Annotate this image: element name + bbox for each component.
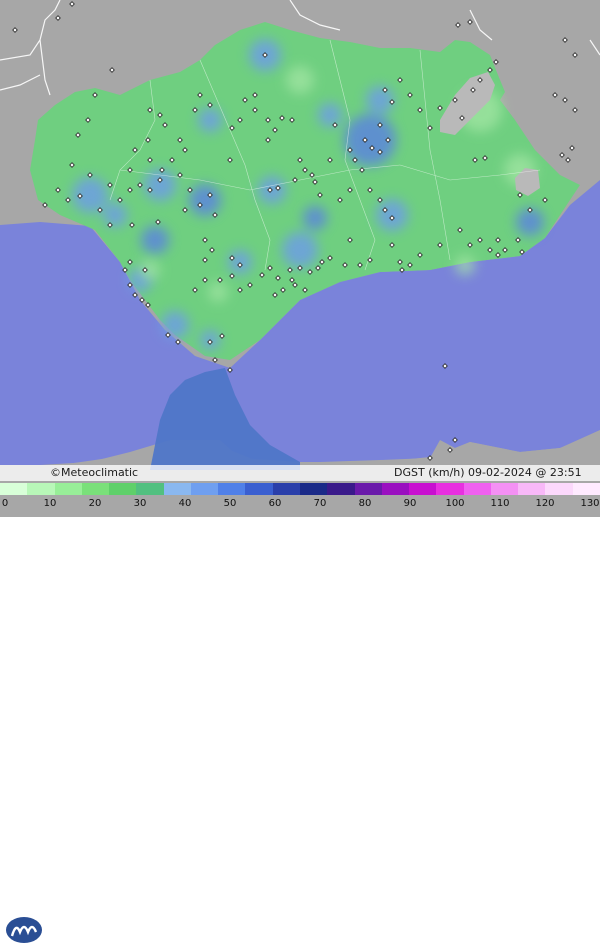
scale-tick-label: 130 (580, 498, 600, 509)
scale-tick-label: 50 (223, 498, 237, 509)
scale-tick-label: 90 (403, 498, 417, 509)
scale-tick-label: 120 (535, 498, 555, 509)
brand-label: ©Meteoclimatic (50, 465, 138, 481)
scale-swatch (54, 483, 83, 495)
scale-tick-label: 30 (133, 498, 147, 509)
brand-name: Meteoclimatic (61, 466, 139, 479)
scale-swatch (109, 483, 137, 495)
scale-tick-label: 60 (268, 498, 282, 509)
scale-swatch (0, 483, 28, 495)
wind-gust-map (0, 0, 600, 517)
scale-swatch (218, 483, 246, 495)
scale-tick-label: 10 (43, 498, 57, 509)
scale-swatch (490, 483, 519, 495)
scale-swatch (518, 483, 546, 495)
scale-swatch (381, 483, 410, 495)
info-bar: ©Meteoclimatic DGST (km/h) 09-02-2024 @ … (0, 465, 600, 943)
scale-tick-label: 70 (313, 498, 327, 509)
scale-swatch (545, 483, 574, 495)
scale-swatch (81, 483, 110, 495)
scale-swatch (163, 483, 192, 495)
scale-swatch (327, 483, 356, 495)
scale-swatch (409, 483, 437, 495)
scale-swatch (27, 483, 56, 495)
color-scale-legend: 0 10 20 30 40 50 60 70 80 90 100 110 120 130 (0, 483, 600, 517)
scale-swatch (572, 483, 600, 495)
scale-tick-label: 100 (445, 498, 465, 509)
scale-tick-label: 20 (88, 498, 102, 509)
scale-swatch (136, 483, 165, 495)
scale-tick-label: 80 (358, 498, 372, 509)
parameter-label: DGST (km/h) (394, 466, 465, 479)
scale-swatch (245, 483, 274, 495)
scale-swatch (190, 483, 219, 495)
scale-swatch (463, 483, 492, 495)
scale-swatch (436, 483, 465, 495)
scale-tick-label: 40 (178, 498, 192, 509)
meteoclimatic-logo-icon (6, 917, 42, 943)
scale-tick-label: 0 (1, 498, 9, 509)
copyright-symbol: © (50, 466, 61, 479)
scale-tick-label: 110 (490, 498, 510, 509)
scale-swatch (272, 483, 301, 495)
scale-swatch (354, 483, 383, 495)
scale-swatch (300, 483, 328, 495)
